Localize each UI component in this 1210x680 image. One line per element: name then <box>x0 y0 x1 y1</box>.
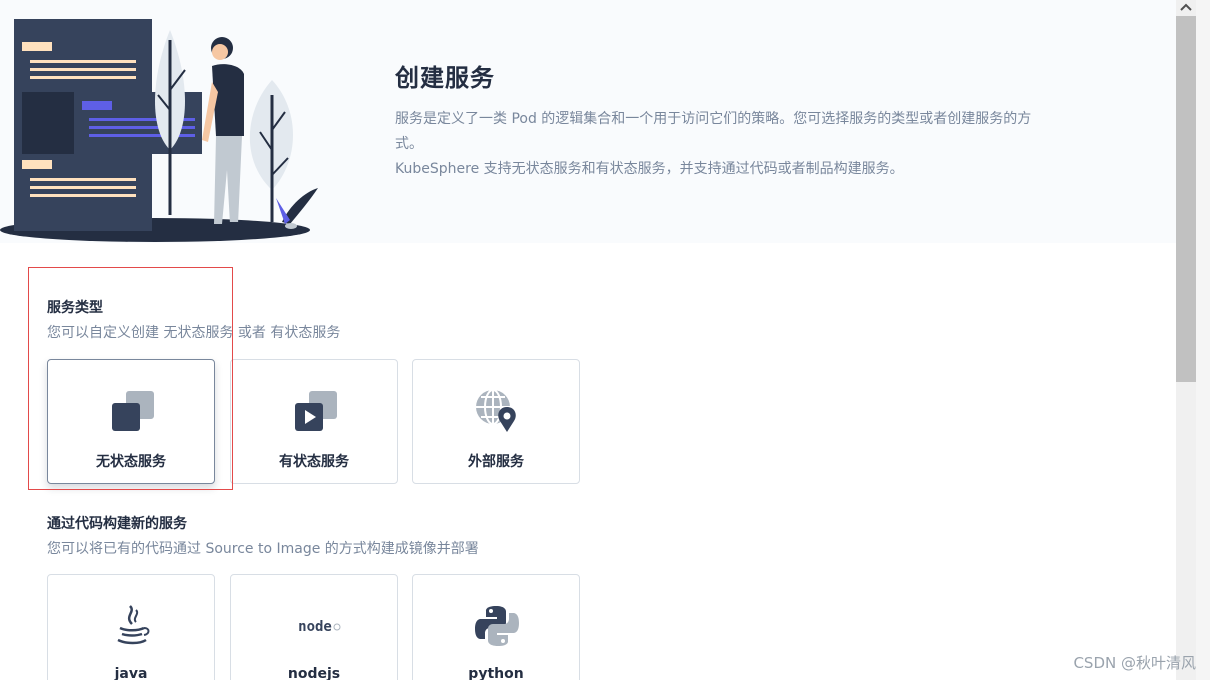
nodejs-card[interactable]: node nodejs <box>230 574 398 680</box>
code-build-description: 您可以将已有的代码通过 Source to Image 的方式构建成镜像并部署 <box>47 541 479 557</box>
card-label: python <box>468 666 524 680</box>
stateful-service-card[interactable]: 有状态服务 <box>230 359 398 484</box>
nodejs-icon: node <box>298 619 341 635</box>
selection-highlight-box <box>28 267 233 490</box>
scroll-up-icon[interactable] <box>1176 0 1196 16</box>
scrollbar-track-edge <box>1196 0 1210 680</box>
header-illustration <box>0 19 318 242</box>
code-build-title: 通过代码构建新的服务 <box>47 516 187 532</box>
watermark: CSDN @秋叶清风 <box>1073 654 1196 672</box>
external-service-card[interactable]: 外部服务 <box>412 359 580 484</box>
page-header: 创建服务 服务是定义了一类 Pod 的逻辑集合和一个用于访问它们的策略。您可选择… <box>0 0 1176 243</box>
svg-text:node: node <box>298 619 332 635</box>
card-label: 外部服务 <box>468 454 524 470</box>
scrollbar-thumb[interactable] <box>1176 16 1196 382</box>
python-card[interactable]: python <box>412 574 580 680</box>
stateful-service-icon <box>295 391 337 431</box>
card-label: 有状态服务 <box>279 454 349 470</box>
java-icon <box>117 605 150 645</box>
card-label: nodejs <box>287 666 341 680</box>
external-service-icon <box>476 389 516 432</box>
card-label: java <box>114 666 148 680</box>
java-card[interactable]: java <box>47 574 215 680</box>
page-description: 服务是定义了一类 Pod 的逻辑集合和一个用于访问它们的策略。您可选择服务的类型… <box>395 107 1095 182</box>
description-line: KubeSphere 支持无状态服务和有状态服务，并支持通过代码或者制品构建服务… <box>395 161 904 177</box>
page-title: 创建服务 <box>395 64 495 92</box>
python-icon <box>475 606 519 646</box>
description-line: 式。 <box>395 136 423 152</box>
description-line: 服务是定义了一类 Pod 的逻辑集合和一个用于访问它们的策略。您可选择服务的类型… <box>395 111 1032 127</box>
